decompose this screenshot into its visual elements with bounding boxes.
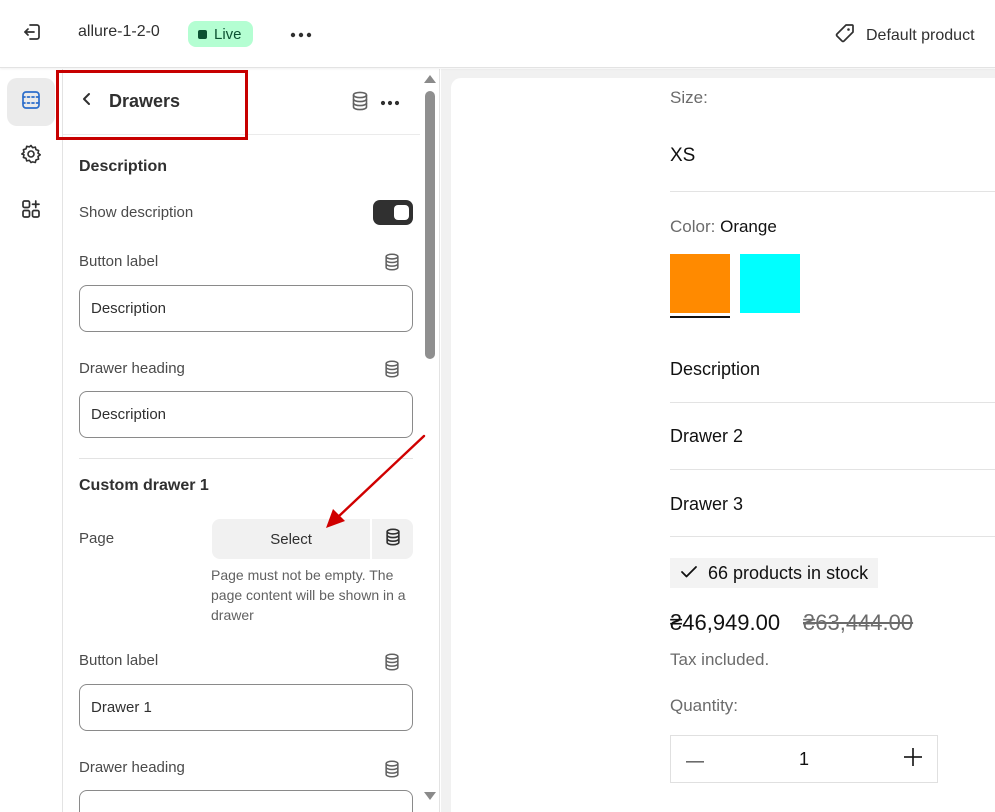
dynamic-source-icon (384, 527, 402, 552)
top-bar: allure-1-2-0 Live Default product (0, 0, 995, 68)
chevron-left-icon (81, 91, 93, 112)
left-rail (0, 69, 63, 812)
page-dynamic-source-button[interactable] (372, 519, 413, 559)
scroll-down-arrow-icon[interactable] (424, 792, 436, 800)
drawer-1-button-label-label: Button label (79, 652, 159, 669)
button-label-input[interactable]: Description (79, 285, 413, 332)
show-description-toggle[interactable] (373, 200, 413, 225)
panel-title: Drawers (109, 91, 181, 111)
minus-icon (686, 750, 704, 768)
dynamic-source-icon[interactable] (383, 759, 401, 784)
quantity-stepper: 1 (670, 735, 938, 783)
size-label: Size: (670, 88, 708, 107)
theme-settings-nav-button[interactable] (7, 132, 55, 180)
page-picker: Select (212, 519, 413, 559)
tag-icon (834, 22, 856, 49)
drawer-heading-label: Drawer heading (79, 360, 185, 377)
divider (670, 469, 995, 470)
settings-panel: Drawers Description Show description But… (63, 69, 440, 812)
selected-swatch-underline (670, 316, 730, 318)
dynamic-source-icon[interactable] (350, 90, 370, 117)
divider (670, 536, 995, 537)
panel-header: Drawers (63, 69, 420, 135)
exit-icon (21, 21, 43, 48)
tax-note: Tax included. (670, 650, 770, 669)
scrollbar-thumb[interactable] (425, 91, 435, 359)
apps-add-icon (20, 198, 42, 225)
color-label: Color: (670, 217, 716, 236)
drawer-1-heading-input[interactable] (79, 790, 413, 812)
drawer-1-heading-label: Drawer heading (79, 759, 185, 776)
checkmark-icon (680, 563, 698, 584)
sections-nav-button[interactable] (7, 78, 55, 126)
section-divider (79, 458, 413, 459)
more-horizontal-icon (290, 25, 312, 43)
drawer-1-button-label-input[interactable]: Drawer 1 (79, 684, 413, 731)
scroll-up-arrow-icon[interactable] (424, 75, 436, 83)
divider (670, 191, 995, 192)
quantity-label: Quantity: (670, 696, 739, 715)
increase-quantity-button[interactable] (889, 735, 937, 783)
live-dot-icon (198, 29, 207, 39)
storefront-preview: Size: XS Color: Orange Description Drawe… (451, 78, 995, 812)
size-value[interactable]: XS (670, 145, 695, 167)
theme-actions-button[interactable] (287, 20, 315, 48)
swatch-cyan[interactable] (740, 254, 800, 313)
quantity-value[interactable]: 1 (719, 749, 889, 770)
plus-icon (904, 747, 922, 771)
template-selector-label: Default product (866, 26, 975, 44)
swatch-orange[interactable] (670, 254, 730, 313)
dynamic-source-icon[interactable] (383, 359, 401, 384)
custom-drawer-1-title: Custom drawer 1 (79, 477, 209, 494)
status-badge: Live (188, 21, 253, 47)
stock-indicator: 66 products in stock (670, 558, 879, 588)
color-label-row: Color: Orange (670, 217, 777, 237)
dynamic-source-icon[interactable] (383, 652, 401, 677)
status-badge-label: Live (214, 25, 242, 43)
sections-icon (20, 89, 42, 116)
drawer-3[interactable]: Drawer 3 (670, 494, 743, 515)
exit-editor-button[interactable] (18, 20, 46, 48)
template-selector[interactable]: Default product (834, 22, 975, 49)
button-label-label: Button label (79, 253, 159, 270)
compare-at-price: ₴63,444.00 (803, 610, 914, 635)
show-description-label: Show description (79, 204, 194, 221)
block-actions-button[interactable] (378, 90, 402, 114)
drawer-heading-input[interactable]: Description (79, 391, 413, 438)
page-help-text: Page must not be empty. The page content… (211, 567, 406, 623)
divider (670, 402, 995, 403)
sale-price: ₴46,949.00 (670, 610, 781, 635)
color-value: Orange (720, 217, 777, 236)
toggle-knob (394, 205, 409, 220)
drawer-2[interactable]: Drawer 2 (670, 426, 743, 447)
theme-name: allure-1-2-0 (78, 23, 160, 40)
drawer-description[interactable]: Description (670, 359, 760, 380)
more-horizontal-icon (380, 93, 400, 111)
description-section-title: Description (79, 158, 168, 175)
back-button[interactable] (75, 88, 99, 114)
apps-nav-button[interactable] (7, 187, 55, 235)
decrease-quantity-button[interactable] (671, 735, 719, 783)
stock-text: 66 products in stock (708, 562, 869, 583)
gear-icon (20, 143, 42, 170)
page-select-button[interactable]: Select (212, 519, 371, 559)
page-label: Page (79, 530, 115, 547)
dynamic-source-icon[interactable] (383, 252, 401, 277)
